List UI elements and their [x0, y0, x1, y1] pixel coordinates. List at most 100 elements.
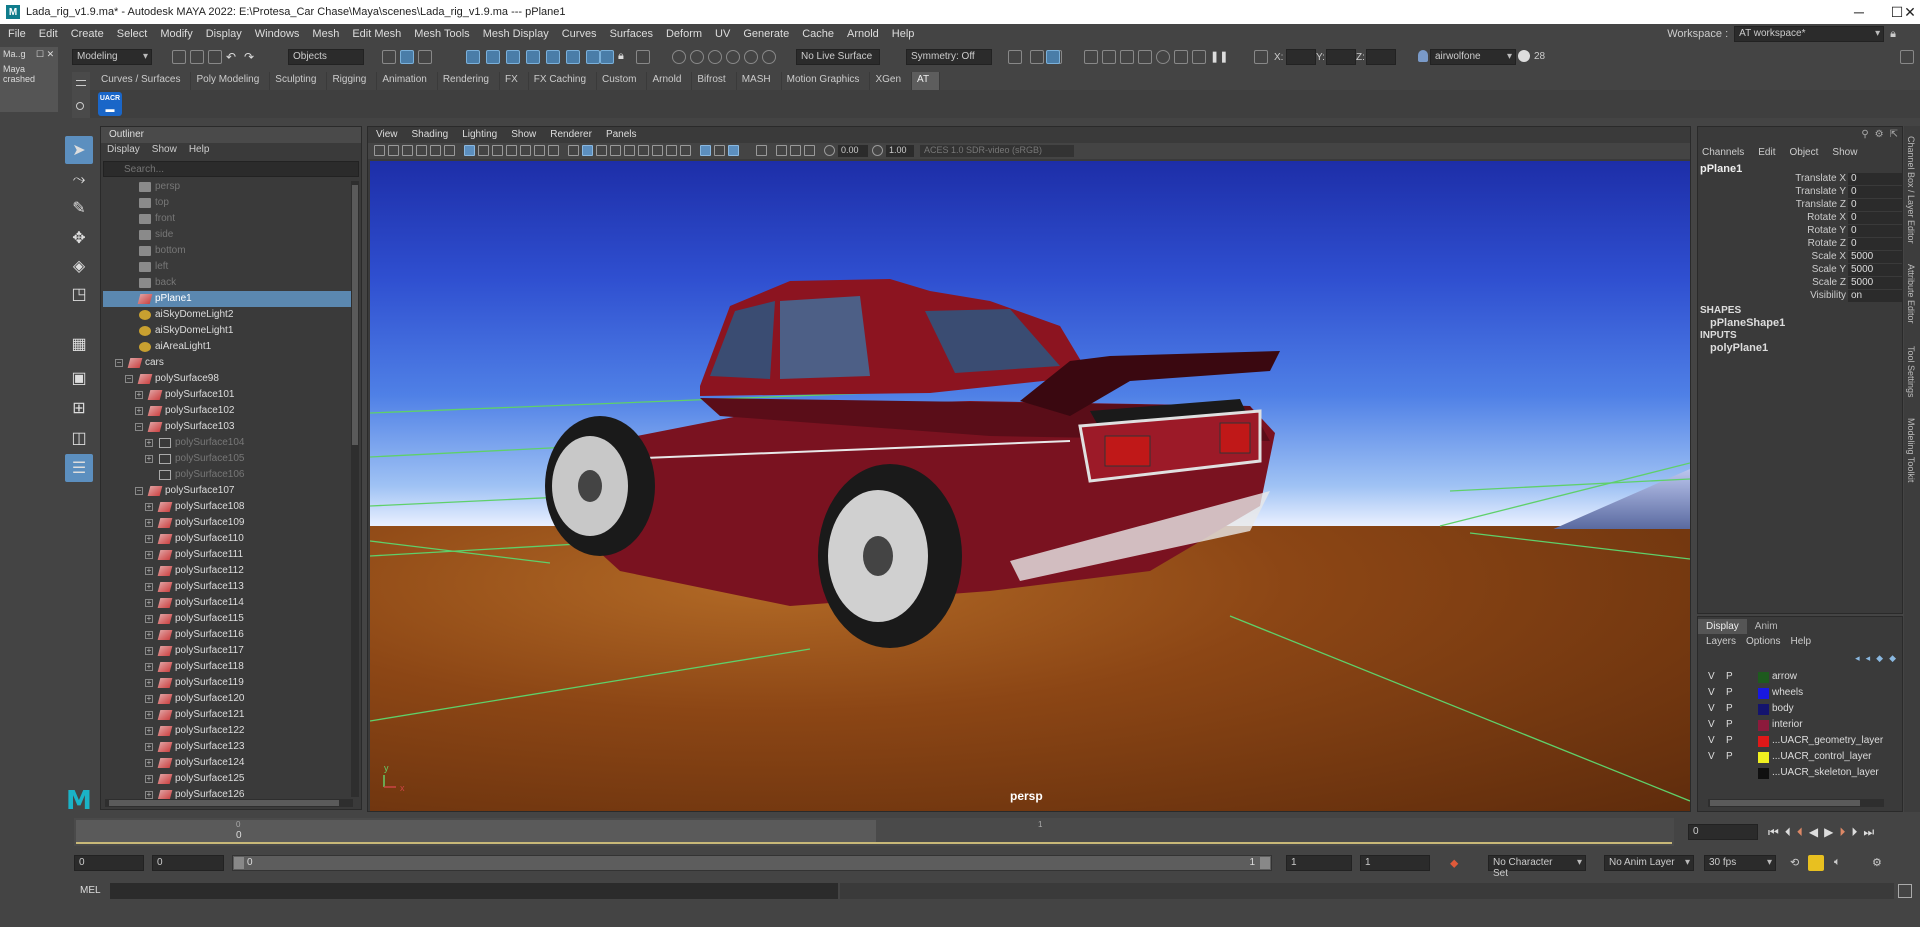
shelf-tab-poly-modeling[interactable]: Poly Modeling — [191, 72, 271, 90]
menu-edit[interactable]: Edit — [39, 28, 58, 40]
panel-layout-icon[interactable] — [804, 145, 815, 156]
step-back-icon[interactable]: ⏴ — [1785, 825, 1791, 840]
channel-value[interactable]: 5000 — [1848, 264, 1902, 276]
layer-menu-layers[interactable]: Layers — [1706, 636, 1736, 647]
channel-label[interactable]: Rotate X — [1807, 212, 1846, 223]
shelf-tab-xgen[interactable]: XGen — [870, 72, 913, 90]
new-layer-selected-icon[interactable]: ◆ — [1876, 653, 1883, 664]
menu-modify[interactable]: Modify — [160, 28, 192, 40]
layer-visibility-toggle[interactable]: V — [1708, 719, 1715, 730]
outliner-item[interactable]: + polySurface112 — [103, 563, 351, 579]
wireframe-on-shaded-icon[interactable] — [596, 145, 607, 156]
layer-visibility-toggle[interactable]: V — [1708, 687, 1715, 698]
cb-menu-edit[interactable]: Edit — [1758, 147, 1775, 158]
channel-row[interactable]: Visibility on — [1698, 290, 1902, 303]
start-time-field[interactable]: 0 — [74, 855, 144, 871]
outliner-item[interactable]: − polySurface103 — [103, 419, 351, 435]
collapse-icon[interactable]: − — [125, 375, 133, 383]
lasso-tool-icon[interactable]: ⤳ — [65, 166, 93, 194]
display-layer-row[interactable]: V Pbody — [1702, 703, 1900, 717]
layer-name[interactable]: ...UACR_skeleton_layer — [1772, 767, 1879, 778]
expand-icon[interactable]: + — [145, 631, 153, 639]
display-layer-row[interactable]: ...UACR_skeleton_layer — [1702, 767, 1900, 781]
anti-aliasing-icon[interactable] — [680, 145, 691, 156]
anim-layer-dropdown[interactable]: No Anim Layer — [1604, 855, 1694, 871]
shelf-tab-fx[interactable]: FX — [500, 72, 529, 90]
outliner-item[interactable]: persp — [103, 179, 351, 195]
grease-pencil-icon[interactable] — [444, 145, 455, 156]
expand-icon[interactable]: + — [135, 407, 143, 415]
shelf-tab-fx-caching[interactable]: FX Caching — [529, 72, 598, 90]
channel-value[interactable]: 5000 — [1848, 277, 1902, 289]
camera-attr-icon[interactable] — [388, 145, 399, 156]
viewport-menu-view[interactable]: View — [376, 129, 398, 141]
shelf-tab-custom[interactable]: Custom — [597, 72, 648, 90]
channel-row[interactable]: Scale Y 5000 — [1698, 264, 1902, 277]
shelf-tab-arnold[interactable]: Arnold — [647, 72, 693, 90]
outliner-item[interactable]: − polySurface98 — [103, 371, 351, 387]
sound-icon[interactable]: 🔈︎ — [1834, 856, 1841, 869]
outliner-item[interactable]: polySurface106 — [103, 467, 351, 483]
expand-icon[interactable]: + — [145, 759, 153, 767]
outliner-item[interactable]: back — [103, 275, 351, 291]
expand-icon[interactable]: + — [135, 391, 143, 399]
colorspace-dropdown[interactable]: ACES 1.0 SDR-video (sRGB) — [920, 145, 1074, 157]
outliner-item[interactable]: + polySurface123 — [103, 739, 351, 755]
layer-name[interactable]: ...UACR_control_layer — [1772, 751, 1871, 762]
outliner-item[interactable]: + polySurface115 — [103, 611, 351, 627]
hierarchy-mode-icon[interactable] — [382, 50, 396, 64]
shadows-icon[interactable] — [638, 145, 649, 156]
outliner-item[interactable]: + polySurface118 — [103, 659, 351, 675]
expand-icon[interactable]: ⇱ — [1890, 129, 1898, 140]
go-to-end-icon[interactable]: ⏭ — [1863, 825, 1874, 840]
channel-label[interactable]: Translate X — [1795, 173, 1846, 184]
shelf-tab-rigging[interactable]: Rigging — [327, 72, 378, 90]
side-tab-tool-settings[interactable]: Tool Settings — [1906, 346, 1916, 398]
frame-selected-icon[interactable] — [790, 145, 801, 156]
crash-tab[interactable]: Ma..g ☐ ✕ — [0, 47, 58, 62]
z-coord-field[interactable] — [1366, 49, 1396, 65]
channel-label[interactable]: Scale Y — [1812, 264, 1846, 275]
construction-history-icon[interactable] — [1008, 50, 1022, 64]
layer-color-swatch[interactable] — [1758, 672, 1769, 683]
layer-name[interactable]: body — [1772, 703, 1794, 714]
step-forward-key-icon[interactable]: ⏵ — [1839, 825, 1845, 840]
range-slider[interactable]: 0 1 — [232, 855, 1272, 871]
layer-color-swatch[interactable] — [1758, 752, 1769, 763]
outliner-menu-show[interactable]: Show — [152, 144, 177, 158]
outliner-search-input[interactable] — [103, 161, 359, 177]
display-layer-row[interactable]: V P ...UACR_geometry_layer — [1702, 735, 1900, 749]
outliner-item[interactable]: + polySurface113 — [103, 579, 351, 595]
snap-grid-icon[interactable] — [672, 50, 686, 64]
collapse-icon[interactable]: − — [135, 423, 143, 431]
shape-node[interactable]: pPlaneShape1 — [1710, 317, 1785, 329]
light-editor-icon[interactable] — [1138, 50, 1152, 64]
channel-row[interactable]: Translate Z0 — [1698, 199, 1902, 212]
outliner-vscrollbar[interactable] — [351, 181, 359, 797]
channel-label[interactable]: Rotate Z — [1808, 238, 1846, 249]
outliner-item[interactable]: aiAreaLight1 — [103, 339, 351, 355]
outliner-item[interactable]: + polySurface119 — [103, 675, 351, 691]
outliner-item[interactable]: left — [103, 259, 351, 275]
snap-live-icon[interactable] — [744, 50, 758, 64]
channel-value[interactable]: 0 — [1848, 186, 1902, 198]
gamma-icon[interactable] — [872, 145, 883, 156]
layout-persp-icon[interactable]: ▣ — [65, 364, 93, 392]
camera-select-icon[interactable] — [374, 145, 385, 156]
channel-row[interactable]: Scale Z 5000 — [1698, 277, 1902, 290]
outliner-item[interactable]: + polySurface125 — [103, 771, 351, 787]
layout-single-icon[interactable]: ▦ — [65, 330, 93, 358]
shelf-tab-motion-graphics[interactable]: Motion Graphics — [782, 72, 871, 90]
expand-icon[interactable]: + — [145, 551, 153, 559]
layer-color-swatch[interactable] — [1758, 736, 1769, 747]
safe-action-icon[interactable] — [534, 145, 545, 156]
menu-mesh[interactable]: Mesh — [312, 28, 339, 40]
current-time-field[interactable]: 0 — [1688, 824, 1758, 840]
outliner-item[interactable]: + polySurface114 — [103, 595, 351, 611]
channel-row[interactable]: Rotate Y0 — [1698, 225, 1902, 238]
outliner-item[interactable]: + polySurface109 — [103, 515, 351, 531]
select-tool-icon[interactable]: ➤ — [65, 136, 93, 164]
exposure-icon[interactable] — [824, 145, 835, 156]
image-plane-icon[interactable] — [416, 145, 427, 156]
channel-value[interactable]: on — [1848, 290, 1902, 302]
